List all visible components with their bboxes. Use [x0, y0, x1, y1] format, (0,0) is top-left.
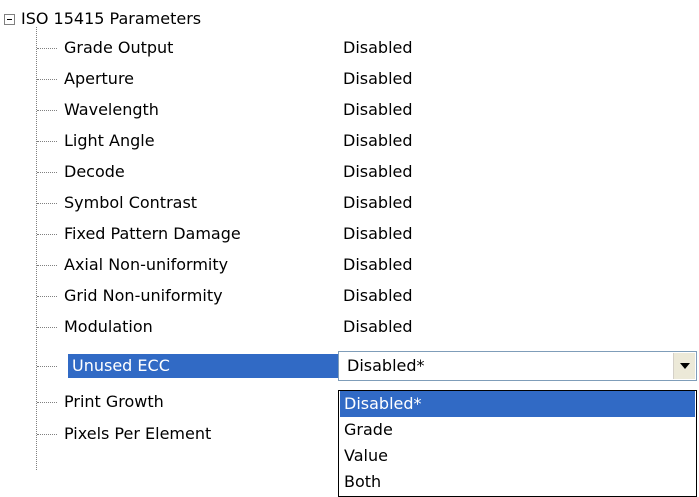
row-value[interactable]: Disabled — [343, 98, 413, 122]
dropdown-option-both[interactable]: Both — [340, 469, 695, 495]
row-name[interactable]: Axial Non-uniformity — [60, 253, 232, 277]
tree-row-symbol-contrast[interactable]: Symbol Contrast Disabled — [0, 187, 699, 219]
tree-row-decode[interactable]: Decode Disabled — [0, 156, 699, 188]
chevron-down-icon[interactable] — [673, 353, 695, 379]
tree-row-grade-output[interactable]: Grade Output Disabled — [0, 32, 699, 64]
tree-branch-line — [37, 265, 57, 266]
row-name[interactable]: Pixels Per Element — [60, 422, 215, 446]
tree-branch-line — [37, 296, 57, 297]
tree-branch-line — [37, 48, 57, 49]
tree-branch-line — [37, 434, 57, 435]
tree-branch-line — [37, 234, 57, 235]
dropdown-list[interactable]: Disabled* Grade Value Both — [338, 390, 697, 497]
tree-row-light-angle[interactable]: Light Angle Disabled — [0, 125, 699, 157]
row-value[interactable]: Disabled — [343, 253, 413, 277]
collapse-icon[interactable] — [4, 14, 15, 25]
row-value[interactable]: Disabled — [343, 191, 413, 215]
row-name[interactable]: Unused ECC — [68, 354, 338, 378]
row-name[interactable]: Wavelength — [60, 98, 163, 122]
row-name[interactable]: Fixed Pattern Damage — [60, 222, 245, 246]
row-value[interactable]: Disabled — [343, 222, 413, 246]
tree-branch-line — [37, 366, 57, 367]
tree-branch-line — [37, 141, 57, 142]
tree-row-aperture[interactable]: Aperture Disabled — [0, 63, 699, 95]
row-value[interactable]: Disabled — [343, 160, 413, 184]
row-value[interactable]: Disabled — [343, 284, 413, 308]
row-name[interactable]: Modulation — [60, 315, 157, 339]
dropdown-option-value[interactable]: Value — [340, 443, 695, 469]
combobox-value[interactable]: Disabled* — [347, 352, 425, 380]
tree-row-wavelength[interactable]: Wavelength Disabled — [0, 94, 699, 126]
dropdown-option-grade[interactable]: Grade — [340, 417, 695, 443]
tree-branch-line — [37, 79, 57, 80]
tree-branch-line — [37, 327, 57, 328]
tree-row-axial-non-uniformity[interactable]: Axial Non-uniformity Disabled — [0, 249, 699, 281]
unused-ecc-combobox[interactable]: Disabled* — [338, 351, 697, 381]
row-name[interactable]: Light Angle — [60, 129, 159, 153]
row-value[interactable]: Disabled — [343, 36, 413, 60]
tree-branch-line — [37, 402, 57, 403]
row-name[interactable]: Grid Non-uniformity — [60, 284, 227, 308]
tree-branch-line — [37, 172, 57, 173]
row-value[interactable]: Disabled — [343, 129, 413, 153]
tree-row-fixed-pattern-damage[interactable]: Fixed Pattern Damage Disabled — [0, 218, 699, 250]
tree-branch-line — [37, 203, 57, 204]
row-name[interactable]: Symbol Contrast — [60, 191, 201, 215]
tree-row-modulation[interactable]: Modulation Disabled — [0, 311, 699, 343]
tree-root-label[interactable]: ISO 15415 Parameters — [21, 6, 201, 32]
row-name[interactable]: Grade Output — [60, 36, 177, 60]
row-name[interactable]: Aperture — [60, 67, 138, 91]
dropdown-option-disabled[interactable]: Disabled* — [340, 391, 695, 417]
tree-row-grid-non-uniformity[interactable]: Grid Non-uniformity Disabled — [0, 280, 699, 312]
row-name[interactable]: Print Growth — [60, 390, 168, 414]
row-name[interactable]: Decode — [60, 160, 129, 184]
row-value[interactable]: Disabled — [343, 315, 413, 339]
tree-branch-line — [37, 110, 57, 111]
row-value[interactable]: Disabled — [343, 67, 413, 91]
